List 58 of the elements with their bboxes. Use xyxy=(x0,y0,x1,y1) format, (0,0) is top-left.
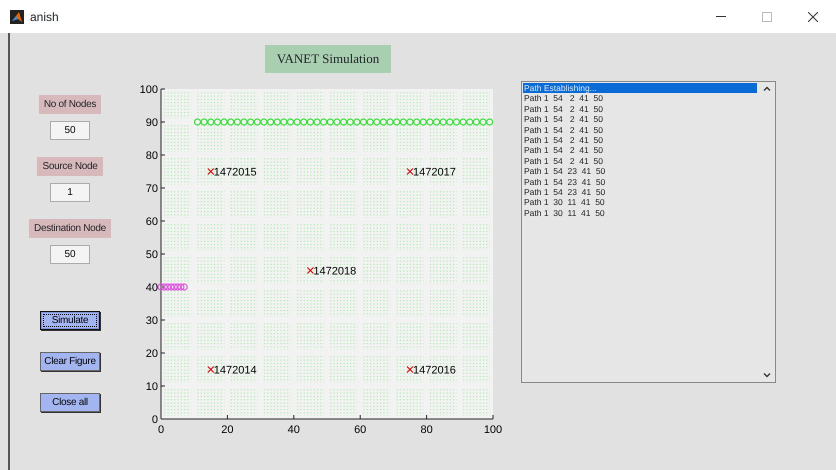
point-label: 1472015 xyxy=(214,166,257,178)
cross-marker xyxy=(307,266,314,274)
field-label: Destination Node xyxy=(29,219,111,238)
input-field[interactable]: 50 xyxy=(50,245,90,264)
list-item[interactable]: Path 1 54 2 41 50 xyxy=(523,114,757,125)
cross-marker xyxy=(406,366,414,372)
list-item[interactable]: Path 1 54 2 41 50 xyxy=(523,135,757,146)
tick-label: 70 xyxy=(146,182,158,194)
list-item[interactable]: Path 1 54 2 41 50 xyxy=(523,104,757,114)
tick-label: 20 xyxy=(221,424,234,436)
point-label: 1472014 xyxy=(214,364,257,376)
list-item[interactable]: Path 1 54 2 41 50 xyxy=(523,156,757,166)
tick-label: 0 xyxy=(158,424,164,436)
cross-marker xyxy=(207,366,214,372)
tick-label: 100 xyxy=(140,84,158,96)
list-item[interactable]: Path 1 54 2 41 50 xyxy=(523,93,757,104)
input-field[interactable]: 50 xyxy=(50,121,90,140)
list-item[interactable]: Path 1 30 11 41 50 xyxy=(523,208,757,218)
tick-label: 60 xyxy=(146,216,158,228)
point-label: 1472016 xyxy=(413,364,456,376)
tick-label: 90 xyxy=(146,116,158,128)
cross-marker xyxy=(406,168,414,174)
action-button[interactable]: Simulate xyxy=(40,311,100,330)
tick-label: 30 xyxy=(146,314,158,326)
tick-label: 50 xyxy=(146,248,158,260)
tick-label: 10 xyxy=(146,380,158,392)
tick-label: 40 xyxy=(288,424,300,436)
action-button[interactable]: Clear Figure xyxy=(40,352,100,371)
minimize-icon xyxy=(716,16,726,18)
tick-label: 80 xyxy=(420,424,433,436)
field-label: Source Node xyxy=(37,157,103,176)
action-button[interactable]: Close all xyxy=(40,393,100,412)
tick-label: 0 xyxy=(152,414,158,426)
cross-marker xyxy=(207,168,214,174)
tick-label: 20 xyxy=(146,348,158,360)
list-item[interactable]: Path 1 54 23 41 50 xyxy=(523,187,757,198)
list-item[interactable]: Path 1 30 11 41 50 xyxy=(523,197,757,208)
list-item[interactable]: Path 1 54 2 41 50 xyxy=(523,124,757,136)
tick-label: 100 xyxy=(484,424,502,436)
window-title: anish xyxy=(30,8,59,26)
close-icon xyxy=(808,12,818,22)
maximize-icon xyxy=(762,12,772,22)
tick-label: 60 xyxy=(354,424,366,436)
list-item[interactable]: Path 1 54 2 41 50 xyxy=(523,145,757,156)
list-item[interactable]: Path 1 54 23 41 50 xyxy=(523,176,757,188)
input-field[interactable]: 1 xyxy=(50,183,90,202)
tick-label: 80 xyxy=(146,150,158,162)
point-label: 1472018 xyxy=(313,265,356,277)
scroll-up-icon[interactable] xyxy=(762,86,770,91)
list-item[interactable]: Path Establishing... xyxy=(523,83,757,94)
simulation-title: VANET Simulation xyxy=(264,45,392,72)
tick-label: 40 xyxy=(146,282,158,294)
point-label: 1472017 xyxy=(413,166,456,178)
scroll-down-icon[interactable] xyxy=(762,373,770,378)
app-icon xyxy=(10,10,24,24)
path-listbox[interactable] xyxy=(521,81,776,383)
list-item[interactable]: Path 1 54 23 41 50 xyxy=(523,166,757,177)
field-label: No of Nodes xyxy=(38,95,102,114)
